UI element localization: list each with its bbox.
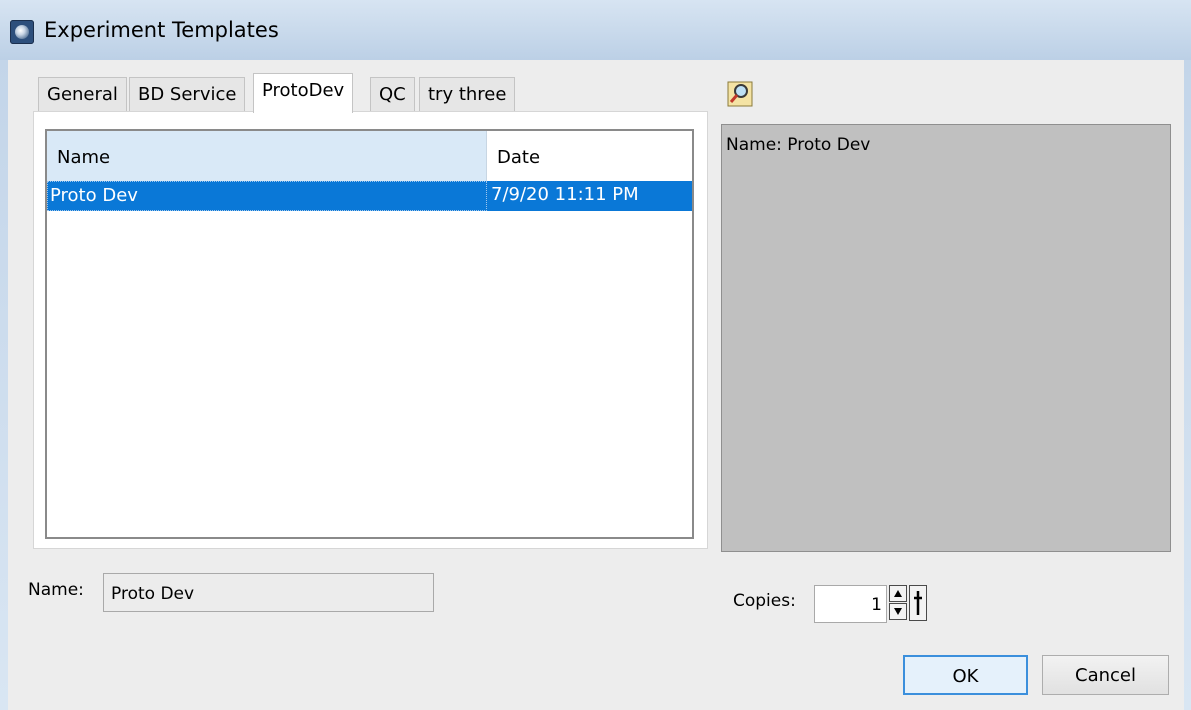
copies-increment-button[interactable] — [889, 585, 907, 602]
copies-max-button[interactable] — [909, 585, 927, 621]
window-frame-right — [1184, 60, 1191, 710]
tab-try-three[interactable]: try three — [419, 77, 516, 111]
dagger-icon — [914, 591, 922, 615]
window-title: Experiment Templates — [44, 18, 279, 42]
name-field[interactable]: Proto Dev — [103, 573, 434, 612]
cell-name[interactable]: Proto Dev — [47, 181, 487, 211]
arrow-up-icon — [894, 590, 902, 597]
template-preview-panel: Name: Proto Dev — [721, 124, 1171, 552]
copies-decrement-button[interactable] — [889, 603, 907, 620]
window-frame-left — [0, 60, 8, 710]
arrow-down-icon — [894, 608, 902, 615]
preview-text: Name: Proto Dev — [726, 135, 871, 155]
column-header-name[interactable]: Name — [47, 131, 487, 181]
app-icon[interactable] — [10, 20, 34, 44]
templates-table[interactable]: Name Date Proto Dev 7/9/20 11:11 PM — [45, 129, 694, 539]
tab-bd-service[interactable]: BD Service — [129, 77, 246, 111]
column-header-date[interactable]: Date — [487, 131, 692, 181]
cancel-button[interactable]: Cancel — [1042, 655, 1169, 695]
tab-general[interactable]: General — [38, 77, 127, 111]
title-bar[interactable]: Experiment Templates — [0, 0, 1191, 60]
copies-label: Copies: — [733, 591, 796, 611]
name-label: Name: — [28, 580, 84, 600]
dialog-window: Experiment Templates General BD Service … — [0, 0, 1191, 710]
tab-qc[interactable]: QC — [370, 77, 415, 111]
cell-date[interactable]: 7/9/20 11:11 PM — [489, 181, 692, 211]
zoom-icon[interactable] — [727, 81, 753, 107]
ok-button[interactable]: OK — [903, 655, 1028, 695]
copies-input[interactable]: 1 — [814, 585, 887, 623]
table-row[interactable]: Proto Dev 7/9/20 11:11 PM — [47, 181, 692, 211]
tab-protodev[interactable]: ProtoDev — [253, 73, 354, 113]
